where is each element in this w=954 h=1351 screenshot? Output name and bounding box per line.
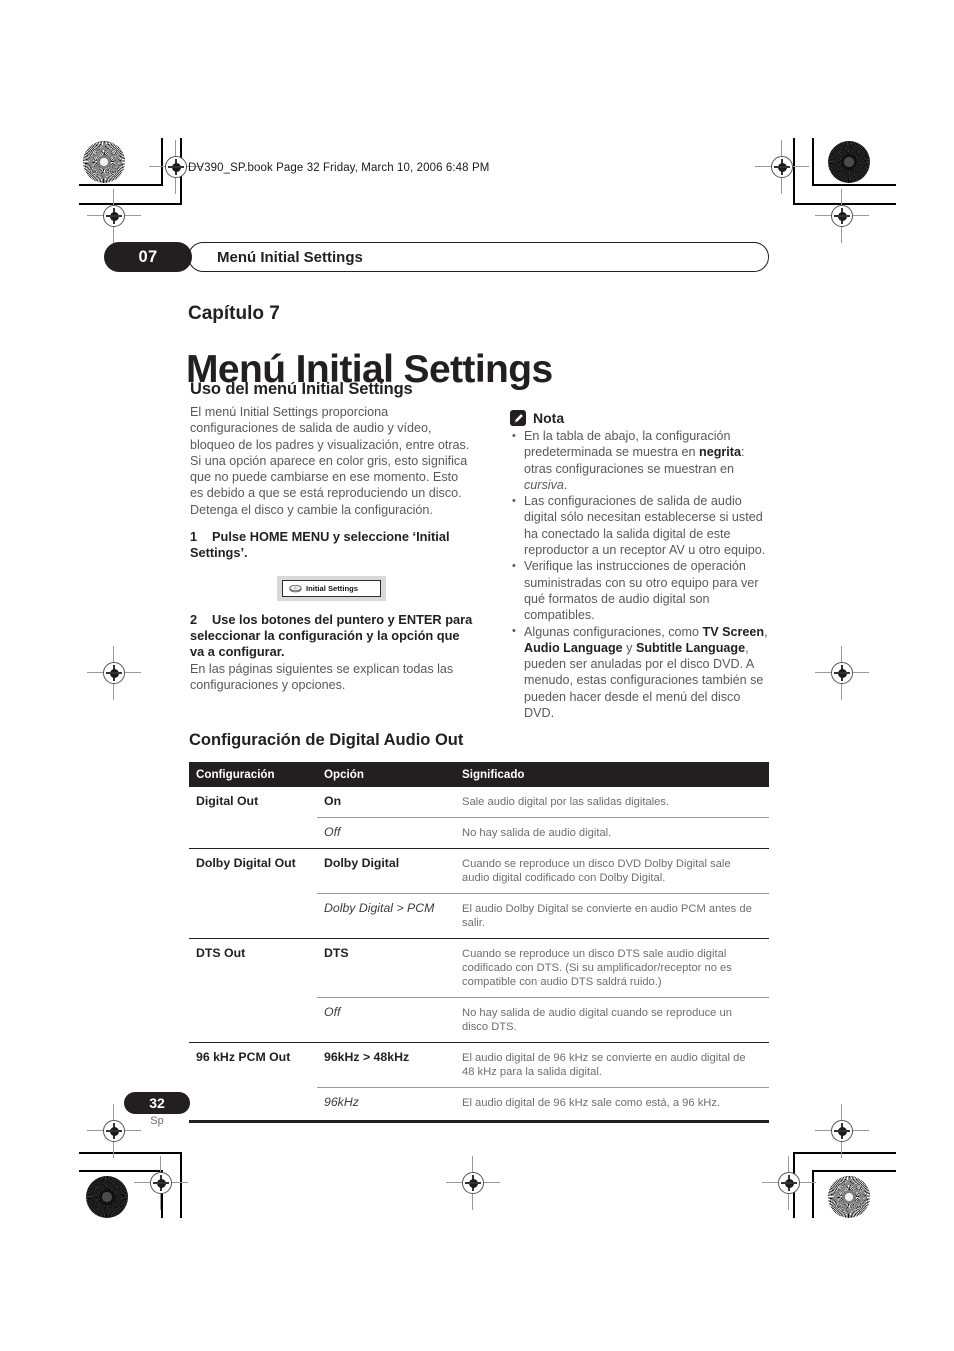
registration-starburst-tr [828,141,870,183]
book-file-header: DV390_SP.book Page 32 Friday, March 10, … [188,162,490,174]
cell-significado: El audio Dolby Digital se convierte en a… [455,893,769,939]
left-column: Uso del menú Initial Settings El menú In… [190,380,473,693]
cell-significado: Sale audio digital por las salidas digit… [462,796,670,808]
cell-significado: No hay salida de audio digital. [455,817,769,849]
table-row: 96 kHz PCM Out 96kHz > 48kHz El audio digi… [189,1042,769,1088]
initial-settings-button-label: Initial Settings [306,583,358,593]
chapter-label: Capítulo 7 [188,303,280,324]
chapter-number-badge: 07 [104,242,192,272]
intro-paragraph-2: Si una opción aparece en color gris, est… [190,453,468,517]
crop-line-br-h2 [812,1170,896,1172]
column-header-configuracion: Configuración [189,762,317,787]
step-2-number: 2 [190,611,198,627]
pencil-note-icon [510,410,526,426]
crop-line-tl-h [79,184,163,186]
cell-opcion: 96kHz [317,1087,455,1118]
table-row: Dolby Digital > PCM El audio Dolby Digita… [189,893,769,939]
crop-line-tl-h2 [79,203,182,205]
page-language-code: Sp [150,1115,164,1127]
page-number-badge: 32 [124,1092,190,1114]
crop-line-tl-v [161,138,163,186]
crop-line-tr-v2 [793,138,795,204]
column-header-significado: Significado [455,762,769,787]
cell-opcion: DTS [317,938,455,998]
cell-opcion: Dolby Digital > PCM [317,893,455,939]
crop-line-bl-v [180,1152,182,1218]
nota-item: En la tabla de abajo, la configuración p… [510,427,772,493]
table-row: Off No hay salida de audio digital cuando… [189,997,769,1043]
chapter-bar-title: Menú Initial Settings [188,242,769,272]
cell-significado: Cuando se reproduce un disco DTS sale au… [455,938,769,998]
step-2-text: Use los botones del puntero y ENTER para… [190,611,473,660]
table-header-row: Configuración Opción Significado [189,762,769,787]
table-row: Dolby Digital Out Dolby Digital Cuando se … [189,848,769,894]
nota-list: En la tabla de abajo, la configuración p… [510,427,772,722]
osd-screenshot: Initial Settings [190,575,473,601]
table-row: Digital Out On Sale audio digital por las … [189,787,769,818]
crop-line-bl-h2 [79,1170,163,1172]
registration-starburst-br [828,1176,870,1218]
nota-header: Nota [510,410,772,426]
digital-audio-out-table: Configuración Opción Significado Digital… [189,762,769,1118]
cell-configuracion [189,998,317,1043]
step-1-text: Pulse HOME MENU y seleccione ‘Initial Se… [190,529,450,561]
crop-line-bl-h [79,1152,182,1154]
cell-configuracion: Digital Out [196,794,259,808]
crop-line-tr-v [812,138,814,186]
nota-item: Verifique las instrucciones de operación… [510,558,772,623]
disc-icon [289,584,302,592]
step-2-note: En las páginas siguientes se explican to… [190,661,454,692]
table-body: Digital Out On Sale audio digital por las … [189,787,769,1118]
table-row: Off No hay salida de audio digital. [189,817,769,849]
crop-line-br-h [793,1152,896,1154]
cell-significado: Cuando se reproduce un disco DVD Dolby D… [455,848,769,894]
table-row: DTS Out DTS Cuando se reproduce un disco D… [189,938,769,998]
cell-configuracion [189,894,317,939]
cell-configuracion: Dolby Digital Out [189,848,317,894]
section-heading-uso: Uso del menú Initial Settings [190,380,413,398]
crop-line-tr-h [812,184,896,186]
cell-opcion: Dolby Digital [317,848,455,894]
nota-item: Las configuraciones de salida de audio d… [510,493,772,558]
cell-configuracion: 96 kHz PCM Out [189,1042,317,1088]
cell-configuracion [189,1088,317,1119]
cell-significado: El audio digital de 96 kHz sale como est… [455,1087,769,1118]
column-header-opcion: Opción [317,762,455,787]
table-section-title: Configuración de Digital Audio Out [189,731,464,749]
step-1-number: 1 [190,529,198,545]
registration-starburst-bl [86,1176,128,1218]
cell-significado: No hay salida de audio digital cuando se… [455,997,769,1043]
cell-opcion: On [324,794,342,808]
cell-opcion: 96kHz > 48kHz [317,1042,455,1088]
cell-configuracion: DTS Out [189,938,317,998]
step-1: 1 Pulse HOME MENU y seleccione ‘Initial S… [190,529,473,562]
initial-settings-button[interactable]: Initial Settings [282,579,381,597]
cell-opcion: Off [317,817,455,849]
table-row: 96kHz El audio digital de 96 kHz sale com… [189,1087,769,1119]
intro-paragraph-1: El menú Initial Settings proporciona con… [190,405,470,452]
crop-line-br-v2 [812,1170,814,1218]
nota-label: Nota [533,410,565,426]
chapter-bar: 07 Menú Initial Settings [104,242,769,272]
cell-significado: El audio digital de 96 kHz se convierte … [455,1042,769,1088]
osd-screenshot-frame: Initial Settings [277,575,386,601]
right-column: Nota En la tabla de abajo, la configurac… [510,410,772,721]
nota-item: Algunas configuraciones, como TV Screen,… [510,623,772,722]
cell-opcion: Off [317,997,455,1043]
cell-configuracion [189,818,317,849]
registration-starburst-tl [83,141,125,183]
step-2: 2 Use los botones del puntero y ENTER par… [190,612,473,661]
table-bottom-rule [189,1120,769,1123]
